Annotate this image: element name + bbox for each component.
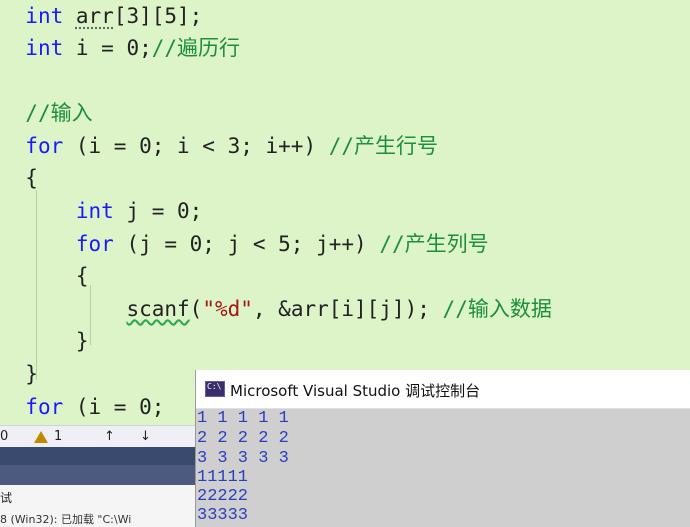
code-token: int [25,4,64,28]
next-issue-button[interactable]: ↓ [140,429,151,444]
code-token: , &arr[i][j]); [252,297,443,321]
code-token: //输入 [25,101,93,125]
code-token: for [25,395,64,419]
console-output: 1 1 1 1 1 2 2 2 2 2 3 3 3 3 3 11111 2222… [196,409,690,527]
output-panel-header [0,447,195,485]
code-token: { [25,166,38,190]
console-line: 22222 [197,487,249,506]
code-token: scanf [126,297,190,321]
error-count[interactable]: 0 [0,429,8,444]
code-token: int [25,36,64,60]
debug-console-window[interactable]: Microsoft Visual Studio 调试控制台 1 1 1 1 1 … [195,370,690,527]
output-panel: 试 8 (Win32): 已加载 "C:\Wi [0,485,195,527]
console-line: 1 1 1 1 1 [197,409,289,428]
code-line[interactable]: } [0,358,38,390]
code-line[interactable]: } [0,325,89,357]
output-log-text: 8 (Win32): 已加载 "C:\Wi [0,513,132,526]
warning-count[interactable]: 1 [54,429,62,444]
status-bar: 0 1 ↑ ↓ [0,425,195,448]
code-token: "%d" [202,297,253,321]
code-token: arr [75,4,114,28]
output-tab-label[interactable]: 试 [0,489,12,506]
code-token: //输入数据 [442,297,552,321]
code-token: (i = 0; i < 3; i++) [63,134,329,158]
code-token: //产生列号 [379,232,489,256]
code-token: for [25,134,64,158]
code-token: [3][5]; [113,4,203,28]
code-token: ( [189,297,203,321]
console-line: 2 2 2 2 2 [197,429,289,448]
code-token: for [75,232,114,256]
previous-issue-button[interactable]: ↑ [104,429,115,444]
code-line[interactable]: for (i = 0; [0,391,164,423]
code-line[interactable]: for (i = 0; i < 3; i++) //产生行号 [0,130,438,162]
console-titlebar[interactable]: Microsoft Visual Studio 调试控制台 [196,370,690,409]
code-line[interactable]: { [0,260,89,292]
code-token: { [75,264,89,288]
code-line[interactable]: //输入 [0,97,93,129]
console-app-icon [205,381,225,397]
code-line[interactable]: int i = 0;//遍历行 [0,32,240,64]
code-line[interactable]: int j = 0; [0,195,202,227]
code-token: j = 0; [113,199,203,223]
code-line[interactable]: for (j = 0; j < 5; j++) //产生列号 [0,228,489,260]
code-token: (i = 0; [63,395,165,419]
code-token: (j = 0; j < 5; j++) [113,232,380,256]
code-token: int [75,199,114,223]
console-line: 11111 [197,468,249,487]
code-token: } [75,329,89,353]
code-line[interactable]: scanf("%d", &arr[i][j]); //输入数据 [0,293,552,325]
console-title: Microsoft Visual Studio 调试控制台 [230,382,481,400]
console-line: 33333 [197,506,249,525]
code-token: } [25,362,38,386]
code-line[interactable]: int arr[3][5]; [0,0,202,32]
warning-icon [34,431,48,443]
code-token: i = 0; [63,36,152,60]
code-editor[interactable]: int arr[3][5]; int i = 0;//遍历行 //输入 for … [0,0,690,425]
code-token: //产生行号 [328,134,439,158]
code-token: //遍历行 [151,36,241,60]
console-line: 3 3 3 3 3 [197,449,289,468]
code-line[interactable]: { [0,162,38,194]
